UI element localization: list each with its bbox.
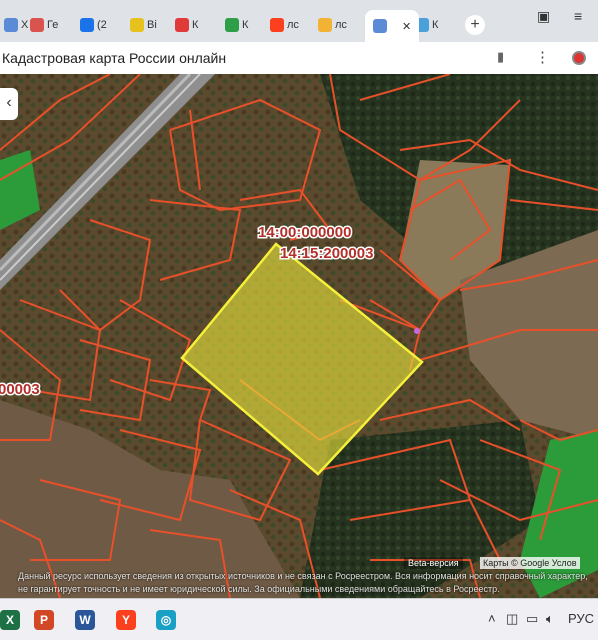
page-title: Кадастровая карта России онлайн: [2, 50, 227, 66]
tab-label: К: [242, 19, 249, 31]
tab-label: лс: [287, 19, 299, 31]
tab-favicon-icon: [225, 18, 239, 32]
browser-tab[interactable]: Ге: [30, 12, 58, 38]
browser-tab[interactable]: лс: [270, 12, 299, 38]
browser-tab[interactable]: (2: [80, 12, 107, 38]
bookmark-icon[interactable]: ▮: [497, 49, 504, 65]
taskbar-powerpoint-icon[interactable]: P: [34, 610, 54, 630]
location-marker[interactable]: [414, 328, 420, 334]
tab-label: лс: [335, 19, 347, 31]
map-canvas[interactable]: 14:00:000000 14:15:200003 00003: [0, 74, 598, 598]
chevron-up-icon[interactable]: ˄: [488, 611, 496, 626]
tab-favicon-icon: [318, 18, 332, 32]
tab-label: К: [432, 19, 439, 31]
taskbar-word-icon[interactable]: W: [75, 610, 95, 630]
collections-icon[interactable]: ▣: [537, 8, 550, 25]
network-icon[interactable]: ▭: [526, 611, 538, 627]
tab-favicon-icon: [30, 18, 44, 32]
tab-favicon-icon: [130, 18, 144, 32]
tab-label: Ві: [147, 19, 157, 31]
taskbar-browser-icon[interactable]: ◎: [156, 610, 176, 630]
disclaimer-text: Данный ресурс использует сведения из отк…: [18, 571, 588, 594]
browser-tab-bar: X Ге (2 Ві К Клс лс К ✕ + ▣ ≡: [0, 0, 598, 42]
tab-label: X: [21, 19, 29, 31]
more-options-icon[interactable]: ⋮: [535, 48, 550, 66]
parcel-number-label: 14:15:200003: [280, 245, 373, 262]
tab-label: (2: [97, 19, 107, 31]
beta-badge: Beta-версия: [404, 557, 463, 569]
tab-favicon-icon: [175, 18, 189, 32]
taskbar-excel-icon[interactable]: X: [0, 610, 20, 630]
search-tab-icon: [373, 19, 387, 33]
tab-label: Ге: [47, 19, 59, 31]
browser-tab[interactable]: К: [225, 12, 248, 38]
close-tab-icon[interactable]: ✕: [402, 20, 411, 33]
browser-tab[interactable]: К: [175, 12, 198, 38]
page-header-bar: Кадастровая карта России онлайн ▮ ⋮: [0, 42, 598, 74]
quarter-number-label: 14:00:000000: [258, 224, 351, 241]
tab-favicon-icon: [4, 18, 18, 32]
tab-favicon-icon: [80, 18, 94, 32]
browser-tab[interactable]: лс: [318, 12, 347, 38]
active-tab[interactable]: ✕: [365, 10, 420, 42]
extension-icon[interactable]: [572, 51, 586, 65]
neighbor-parcel-label: 00003: [0, 381, 40, 398]
taskbar-yandex-icon[interactable]: Y: [116, 610, 136, 630]
camera-icon[interactable]: ◫: [506, 611, 518, 627]
browser-tab[interactable]: Ві: [130, 12, 157, 38]
tab-favicon-icon: [270, 18, 284, 32]
cadastral-map[interactable]: 14:00:000000 14:15:200003 00003: [0, 74, 598, 598]
volume-icon[interactable]: 🔈︎: [546, 611, 554, 627]
back-chevron-icon[interactable]: ‹: [0, 88, 18, 120]
os-taskbar: X P W Y ◎ ˄ ◫ ▭ 🔈︎ РУС: [0, 598, 598, 640]
language-indicator[interactable]: РУС: [568, 611, 594, 626]
tab-label: К: [192, 19, 199, 31]
map-attribution[interactable]: Карты © Google Услов: [480, 557, 580, 569]
browser-tab[interactable]: X: [4, 12, 28, 38]
browser-menu-icon[interactable]: ≡: [574, 8, 582, 24]
new-tab-button[interactable]: +: [465, 15, 485, 35]
